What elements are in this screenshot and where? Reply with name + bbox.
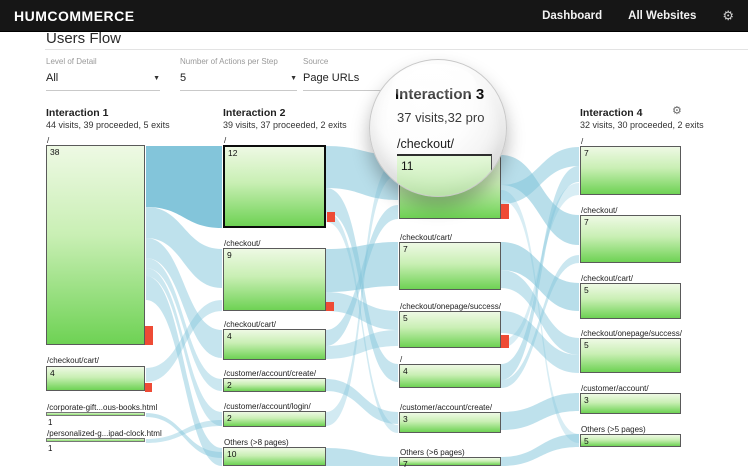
node-label: /customer/account/create/ xyxy=(400,403,492,412)
flow-node[interactable]: 7 xyxy=(580,146,681,195)
node-label: / xyxy=(224,136,226,145)
node-value: 4 xyxy=(403,366,408,376)
node-value: 7 xyxy=(584,148,589,158)
filter-value: Page URLs xyxy=(303,72,359,84)
node-value: 2 xyxy=(227,380,232,390)
filter-actions-per-step[interactable]: Number of Actions per Step 5 ▼ xyxy=(180,57,297,91)
node-label: /checkout/cart/ xyxy=(224,320,276,329)
filter-label: Level of Detail xyxy=(46,57,160,66)
node-label: /corporate-gift...ous-books.html xyxy=(47,403,157,412)
column-title: Interaction 4 xyxy=(580,107,642,119)
node-label: /customer/account/create/ xyxy=(224,369,316,378)
header-nav: Dashboard All Websites ⚙ xyxy=(542,9,734,22)
flow-node[interactable]: 38 xyxy=(46,145,145,345)
column-subtitle: 39 visits, 37 proceeded, 2 exits xyxy=(223,120,347,130)
flow-node-selected[interactable]: 12 xyxy=(223,145,326,228)
flow-node[interactable]: 5 xyxy=(399,311,501,348)
filter-level-of-detail[interactable]: Level of Detail All ▼ xyxy=(46,57,160,91)
column-title: Interaction 2 xyxy=(223,107,285,119)
node-value: 7 xyxy=(403,459,408,469)
node-label: /checkout/cart/ xyxy=(400,233,452,242)
node-value: 10 xyxy=(227,449,236,459)
node-value: 5 xyxy=(584,285,589,295)
flow-node[interactable]: 10 xyxy=(223,447,326,466)
node-label: Others (>8 pages) xyxy=(224,438,289,447)
node-label: /personalized-g...ipad-clock.html xyxy=(47,429,162,438)
node-label: /checkout/ xyxy=(224,239,260,248)
flow-node[interactable]: 5 xyxy=(580,338,681,373)
flow-node[interactable]: 5 xyxy=(580,283,681,319)
node-value: 12 xyxy=(228,148,237,158)
nav-dashboard[interactable]: Dashboard xyxy=(542,10,602,22)
node-value: 38 xyxy=(50,147,59,157)
node-label: /checkout/ xyxy=(581,206,617,215)
node-value: 1 xyxy=(48,444,52,453)
node-value: 7 xyxy=(403,244,408,254)
nav-all-websites[interactable]: All Websites xyxy=(628,10,696,22)
flow-node[interactable]: 7 xyxy=(399,242,501,290)
lens-node-value: 11 xyxy=(401,159,413,173)
node-value: 3 xyxy=(584,395,589,405)
filter-label: Number of Actions per Step xyxy=(180,57,297,66)
node-label: /customer/account/ xyxy=(581,384,649,393)
node-label: /checkout/onepage/success/ xyxy=(581,329,682,338)
node-value: 5 xyxy=(403,313,408,323)
column-title: Interaction 1 xyxy=(46,107,108,119)
lens-node-box: 11 xyxy=(397,154,492,197)
exit-marker xyxy=(145,383,152,392)
flow-node[interactable]: 3 xyxy=(580,393,681,414)
column-gear-icon[interactable]: ⚙ xyxy=(672,104,682,117)
node-value: 1 xyxy=(48,418,52,427)
exit-marker xyxy=(501,204,509,219)
node-value: 5 xyxy=(584,340,589,350)
page-title: Users Flow xyxy=(46,30,121,47)
filter-value: 5 xyxy=(180,72,186,84)
node-value: 3 xyxy=(403,414,408,424)
node-label: Others (>6 pages) xyxy=(400,448,465,457)
node-label: /checkout/onepage/success/ xyxy=(400,302,501,311)
node-value: 4 xyxy=(227,331,232,341)
brand-logo: HUMCOMMERCE xyxy=(14,8,135,24)
exit-marker xyxy=(501,335,509,348)
flow-node[interactable]: 9 xyxy=(223,248,326,311)
app-header: HUMCOMMERCE Dashboard All Websites ⚙ xyxy=(0,0,748,32)
node-value: 2 xyxy=(227,413,232,423)
flow-node[interactable]: 2 xyxy=(223,411,326,427)
lens-column-subtitle: 37 visits,32 pro xyxy=(397,110,484,125)
node-label: /checkout/cart/ xyxy=(581,274,633,283)
node-label: / xyxy=(581,137,583,146)
node-value: 7 xyxy=(584,217,589,227)
exit-marker xyxy=(145,326,153,345)
node-label: /customer/account/login/ xyxy=(224,402,311,411)
node-label: Others (>5 pages) xyxy=(581,425,646,434)
node-label: / xyxy=(400,355,402,364)
filter-value: All xyxy=(46,72,58,84)
node-value: 5 xyxy=(584,436,589,446)
flow-node[interactable]: 4 xyxy=(399,364,501,388)
lens-column-title: Interaction 3 xyxy=(395,86,484,103)
column-subtitle: 32 visits, 30 proceeded, 2 exits xyxy=(580,120,704,130)
chevron-down-icon: ▼ xyxy=(153,75,160,82)
flow-node[interactable]: 4 xyxy=(46,366,145,391)
flow-node[interactable]: 2 xyxy=(223,378,326,392)
flow-node[interactable] xyxy=(46,412,145,416)
node-label: /checkout/cart/ xyxy=(47,356,99,365)
lens-node-label: /checkout/ xyxy=(397,137,454,151)
magnifier-lens: Interaction 3 37 visits,32 pro /checkout… xyxy=(369,59,507,197)
node-value: 4 xyxy=(50,368,55,378)
gear-icon[interactable]: ⚙ xyxy=(722,9,734,22)
node-label: / xyxy=(47,136,49,145)
flow-node[interactable] xyxy=(46,438,145,442)
flow-node[interactable]: 7 xyxy=(399,457,501,466)
exit-marker xyxy=(326,302,334,311)
flow-node[interactable]: 3 xyxy=(399,412,501,433)
chevron-down-icon: ▼ xyxy=(290,75,297,82)
exit-marker xyxy=(327,212,335,222)
flow-node[interactable]: 5 xyxy=(580,434,681,447)
column-subtitle: 44 visits, 39 proceeded, 5 exits xyxy=(46,120,170,130)
flow-node[interactable]: 7 xyxy=(580,215,681,263)
node-value: 9 xyxy=(227,250,232,260)
flow-node[interactable]: 4 xyxy=(223,329,326,360)
